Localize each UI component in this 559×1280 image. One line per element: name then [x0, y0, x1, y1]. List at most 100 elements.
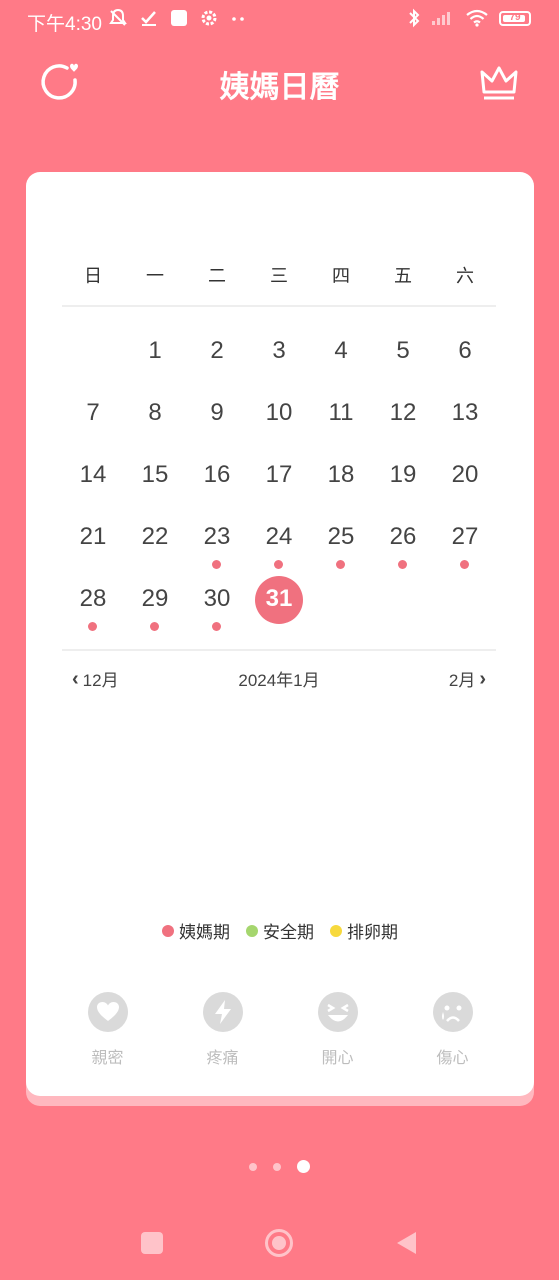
home-button[interactable]	[264, 1228, 294, 1258]
weekday-header: 日一二三四五六	[62, 262, 498, 288]
day-number: 3	[272, 337, 286, 364]
day-cell[interactable]: 27	[434, 508, 496, 570]
day-number: 7	[86, 399, 100, 426]
day-cell[interactable]: 13	[434, 384, 496, 446]
day-number: 19	[389, 461, 417, 488]
legend-label: 安全期	[263, 923, 314, 943]
pager-dot-active[interactable]	[297, 1160, 310, 1173]
legend-dot	[162, 924, 174, 937]
day-number: 13	[451, 399, 479, 426]
day-cell[interactable]: 19	[372, 446, 434, 508]
day-cell[interactable]: 9	[186, 384, 248, 446]
app-header: 姨媽日曆	[0, 44, 559, 120]
legend-item: 安全期	[246, 918, 314, 943]
day-cell[interactable]: 1	[124, 322, 186, 384]
legend: 姨媽期 安全期 排卵期	[26, 918, 534, 943]
period-dot	[274, 560, 283, 569]
crying-face-icon	[432, 992, 473, 1032]
day-number: 2	[210, 337, 224, 364]
day-cell[interactable]: 17	[248, 446, 310, 508]
day-cell[interactable]: 5	[372, 322, 434, 384]
day-cell-today[interactable]: 31	[248, 570, 310, 632]
recent-apps-button[interactable]	[141, 1232, 163, 1254]
mood-option[interactable]: 疼痛	[165, 992, 280, 1082]
bluetooth-icon	[409, 8, 420, 28]
battery-icon: 79	[499, 10, 531, 26]
day-cell[interactable]: 3	[248, 322, 310, 384]
day-number: 28	[79, 585, 107, 612]
day-cell[interactable]: 23	[186, 508, 248, 570]
weekday-label: 二	[208, 266, 226, 287]
day-cell[interactable]: 11	[310, 384, 372, 446]
day-number: 15	[141, 461, 169, 488]
chevron-right-icon: ›	[479, 667, 486, 690]
day-cell[interactable]: 28	[62, 570, 124, 632]
day-cell[interactable]: 30	[186, 570, 248, 632]
divider	[62, 649, 496, 651]
day-number: 21	[79, 523, 107, 550]
day-number: 23	[203, 523, 231, 550]
legend-item: 排卵期	[330, 918, 398, 943]
day-number: 22	[141, 523, 169, 550]
day-cell[interactable]: 25	[310, 508, 372, 570]
mood-option[interactable]: 開心	[280, 992, 395, 1082]
day-cell[interactable]: 22	[124, 508, 186, 570]
pager-dot[interactable]	[273, 1162, 281, 1171]
day-number: 8	[148, 399, 162, 426]
heart-icon	[87, 992, 128, 1032]
status-time: 下午4:30	[27, 14, 102, 35]
status-right-icons: 79	[407, 8, 531, 28]
mood-option[interactable]: 傷心	[395, 992, 510, 1082]
weekday-label: 六	[456, 266, 474, 287]
empty-day-cell	[62, 322, 124, 384]
day-number: 14	[79, 461, 107, 488]
day-number: 12	[389, 399, 417, 426]
day-cell[interactable]: 8	[124, 384, 186, 446]
day-number: 4	[334, 337, 348, 364]
back-button[interactable]	[394, 1230, 418, 1256]
day-cell[interactable]: 2	[186, 322, 248, 384]
period-dot	[150, 622, 159, 631]
day-number: 17	[265, 461, 293, 488]
month-navigation: ‹ 12月 2024年1月 2月 ›	[62, 666, 496, 696]
current-month-label: 2024年1月	[238, 671, 320, 690]
mood-option[interactable]: 親密	[50, 992, 165, 1082]
gear-icon	[201, 10, 217, 26]
day-cell[interactable]: 29	[124, 570, 186, 632]
legend-item: 姨媽期	[162, 918, 230, 943]
day-number: 27	[451, 523, 479, 550]
day-cell[interactable]: 26	[372, 508, 434, 570]
period-dot	[398, 560, 407, 569]
day-cell[interactable]: 16	[186, 446, 248, 508]
pager-dot[interactable]	[249, 1162, 257, 1171]
day-number: 11	[328, 399, 354, 426]
day-cell[interactable]: 14	[62, 446, 124, 508]
square-app-icon	[171, 10, 187, 26]
period-dot	[212, 560, 221, 569]
day-cell[interactable]: 6	[434, 322, 496, 384]
mood-label: 疼痛	[206, 1048, 239, 1067]
day-cell[interactable]: 21	[62, 508, 124, 570]
day-cell[interactable]: 10	[248, 384, 310, 446]
page-indicator	[0, 1160, 559, 1173]
calendar-card: 日一二三四五六 1 2 3 4 5 6 7 8 9 10 11 12 13 14 15 16 17 18 19 20 2…	[26, 172, 534, 1096]
checkmark-icon	[141, 11, 156, 26]
day-cell[interactable]: 15	[124, 446, 186, 508]
day-number: 10	[265, 399, 293, 426]
crown-icon[interactable]	[478, 62, 520, 104]
day-number: 18	[327, 461, 355, 488]
day-cell[interactable]: 12	[372, 384, 434, 446]
day-cell[interactable]: 7	[62, 384, 124, 446]
day-number: 31	[265, 585, 293, 612]
next-month-button[interactable]: 2月 ›	[449, 666, 486, 691]
legend-label: 排卵期	[347, 923, 398, 943]
day-cell[interactable]: 18	[310, 446, 372, 508]
day-cell[interactable]: 24	[248, 508, 310, 570]
day-cell[interactable]: 20	[434, 446, 496, 508]
period-dot	[212, 622, 221, 631]
weekday-label: 三	[270, 266, 288, 287]
day-cell[interactable]: 4	[310, 322, 372, 384]
day-number: 24	[265, 523, 293, 550]
weekday-label: 五	[394, 266, 412, 287]
days-grid: 1 2 3 4 5 6 7 8 9 10 11 12 13 14 15 16 17 18 19 20 21 22 23 24 2…	[62, 322, 498, 632]
